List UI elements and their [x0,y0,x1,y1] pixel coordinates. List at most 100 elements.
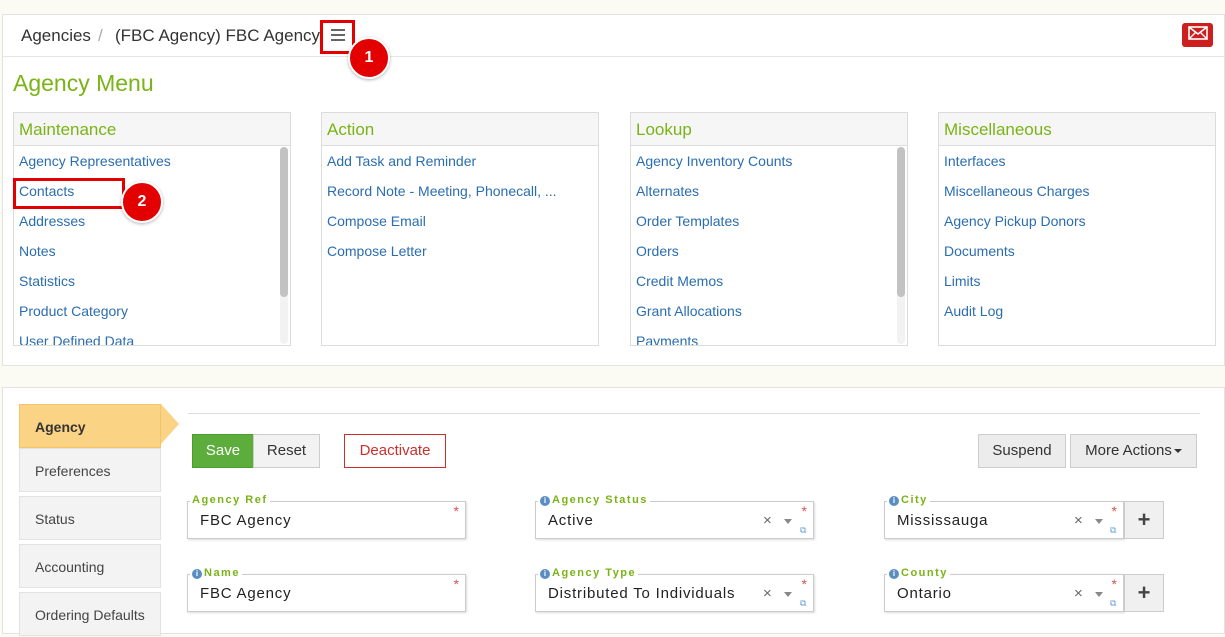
dropdown-caret-icon[interactable] [1095,519,1103,524]
dropdown-caret-icon[interactable] [784,519,792,524]
maintenance-scrollbar[interactable] [280,147,288,344]
deactivate-button[interactable]: Deactivate [344,434,446,468]
menu-item-audit-log[interactable]: Audit Log [939,296,1215,326]
agency-type-label: i Agency Type [538,567,639,580]
agency-status-value: Active [548,512,594,529]
external-link-icon[interactable]: ⧉ [1110,598,1116,609]
clear-selection-icon[interactable]: × [763,512,772,529]
agency-ref-label: Agency Ref [190,494,270,507]
breadcrumb-current-agency: (FBC Agency) FBC Agency [115,26,321,45]
menu-item-product-category[interactable]: Product Category [14,296,290,326]
required-marker: * [1111,503,1117,519]
menu-item-documents[interactable]: Documents [939,236,1215,266]
reset-button[interactable]: Reset [253,434,320,468]
required-marker: * [801,576,807,592]
menu-item-compose-letter[interactable]: Compose Letter [322,236,598,266]
agency-ref-field[interactable]: Agency Ref FBC Agency * [187,494,466,539]
clear-selection-icon[interactable]: × [1074,512,1083,529]
menu-item-grant-allocations[interactable]: Grant Allocations [631,296,907,326]
info-icon[interactable]: i [540,495,550,506]
city-select[interactable]: i City Mississauga × * ⧉ [884,494,1124,539]
menu-item-agency-pickup-donors[interactable]: Agency Pickup Donors [939,206,1215,236]
dropdown-caret-icon[interactable] [1095,592,1103,597]
email-button[interactable] [1182,23,1213,47]
menu-item-orders[interactable]: Orders [631,236,907,266]
agency-ref-input[interactable]: FBC Agency [200,512,291,529]
menu-column-heading: Maintenance [14,113,290,146]
clear-selection-icon[interactable]: × [763,585,772,602]
menu-column-maintenance: Maintenance Agency Representatives Conta… [13,112,291,346]
menu-item-credit-memos[interactable]: Credit Memos [631,266,907,296]
menu-column-miscellaneous: Miscellaneous Interfaces Miscellaneous C… [938,112,1216,346]
agency-type-value: Distributed To Individuals [548,585,736,602]
info-icon[interactable]: i [889,568,899,579]
county-label: i County [887,567,950,580]
county-value: Ontario [897,585,952,602]
tab-agency[interactable]: Agency [19,404,161,448]
tab-ordering-defaults[interactable]: Ordering Defaults [19,592,161,636]
menu-item-compose-email[interactable]: Compose Email [322,206,598,236]
menu-item-limits[interactable]: Limits [939,266,1215,296]
menu-item-miscellaneous-charges[interactable]: Miscellaneous Charges [939,176,1215,206]
agency-status-label: i Agency Status [538,494,650,507]
tab-status[interactable]: Status [19,496,161,540]
menu-item-interfaces[interactable]: Interfaces [939,146,1215,176]
external-link-icon[interactable]: ⧉ [1110,525,1116,536]
required-marker: * [801,503,807,519]
breadcrumb: Agencies / (FBC Agency) FBC Agency [3,15,1224,57]
breadcrumb-separator: / [98,26,103,45]
name-input[interactable]: FBC Agency [200,585,291,602]
agency-header-panel: Agencies / (FBC Agency) FBC Agency Agenc… [2,14,1225,366]
more-actions-label: More Actions [1085,442,1172,459]
dropdown-caret-icon[interactable] [784,592,792,597]
info-icon[interactable]: i [192,568,202,579]
menu-item-record-note[interactable]: Record Note - Meeting, Phonecall, ... [322,176,598,206]
menu-item-order-templates[interactable]: Order Templates [631,206,907,236]
scrollbar-thumb[interactable] [897,147,905,297]
save-button[interactable]: Save [192,434,254,468]
county-select[interactable]: i County Ontario × * ⧉ [884,567,1124,612]
city-value: Mississauga [897,512,989,529]
tab-preferences[interactable]: Preferences [19,448,161,492]
menu-item-statistics[interactable]: Statistics [14,266,290,296]
info-icon[interactable]: i [889,495,899,506]
city-label: i City [887,494,930,507]
menu-column-lookup: Lookup Agency Inventory Counts Alternate… [630,112,908,346]
add-county-button[interactable]: + [1124,574,1164,612]
add-city-button[interactable]: + [1124,501,1164,539]
menu-item-add-task[interactable]: Add Task and Reminder [322,146,598,176]
menu-item-payments[interactable]: Payments [631,326,907,345]
envelope-icon [1187,25,1208,45]
lookup-scrollbar[interactable] [897,147,905,344]
info-icon[interactable]: i [540,568,550,579]
breadcrumb-agencies-link[interactable]: Agencies [21,26,91,46]
name-field[interactable]: i Name FBC Agency * [187,567,466,612]
active-tab-arrow [161,404,179,444]
clear-selection-icon[interactable]: × [1074,585,1083,602]
menu-item-agency-inventory-counts[interactable]: Agency Inventory Counts [631,146,907,176]
required-marker: * [453,576,459,592]
agency-type-select[interactable]: i Agency Type Distributed To Individuals … [535,567,814,612]
agency-status-select[interactable]: i Agency Status Active × * ⧉ [535,494,814,539]
menu-item-agency-representatives[interactable]: Agency Representatives [14,146,290,176]
section-divider [188,413,1200,414]
name-label: i Name [190,567,242,580]
more-actions-button[interactable]: More Actions [1070,434,1197,468]
contacts-highlight-box [13,178,125,209]
menu-column-action: Action Add Task and Reminder Record Note… [321,112,599,346]
external-link-icon[interactable]: ⧉ [800,525,806,536]
menu-item-user-defined-data[interactable]: User Defined Data [14,326,290,345]
scrollbar-thumb[interactable] [280,147,288,297]
annotation-badge-2: 2 [121,181,163,223]
annotation-badge-1: 1 [348,37,390,79]
menu-column-heading: Miscellaneous [939,113,1215,146]
required-marker: * [453,503,459,519]
tab-accounting[interactable]: Accounting [19,544,161,588]
menu-column-heading: Lookup [631,113,907,146]
menu-item-alternates[interactable]: Alternates [631,176,907,206]
menu-column-heading: Action [322,113,598,146]
suspend-button[interactable]: Suspend [978,434,1066,468]
menu-item-notes[interactable]: Notes [14,236,290,266]
agency-detail-panel: Agency Preferences Status Accounting Ord… [2,387,1225,636]
external-link-icon[interactable]: ⧉ [800,598,806,609]
